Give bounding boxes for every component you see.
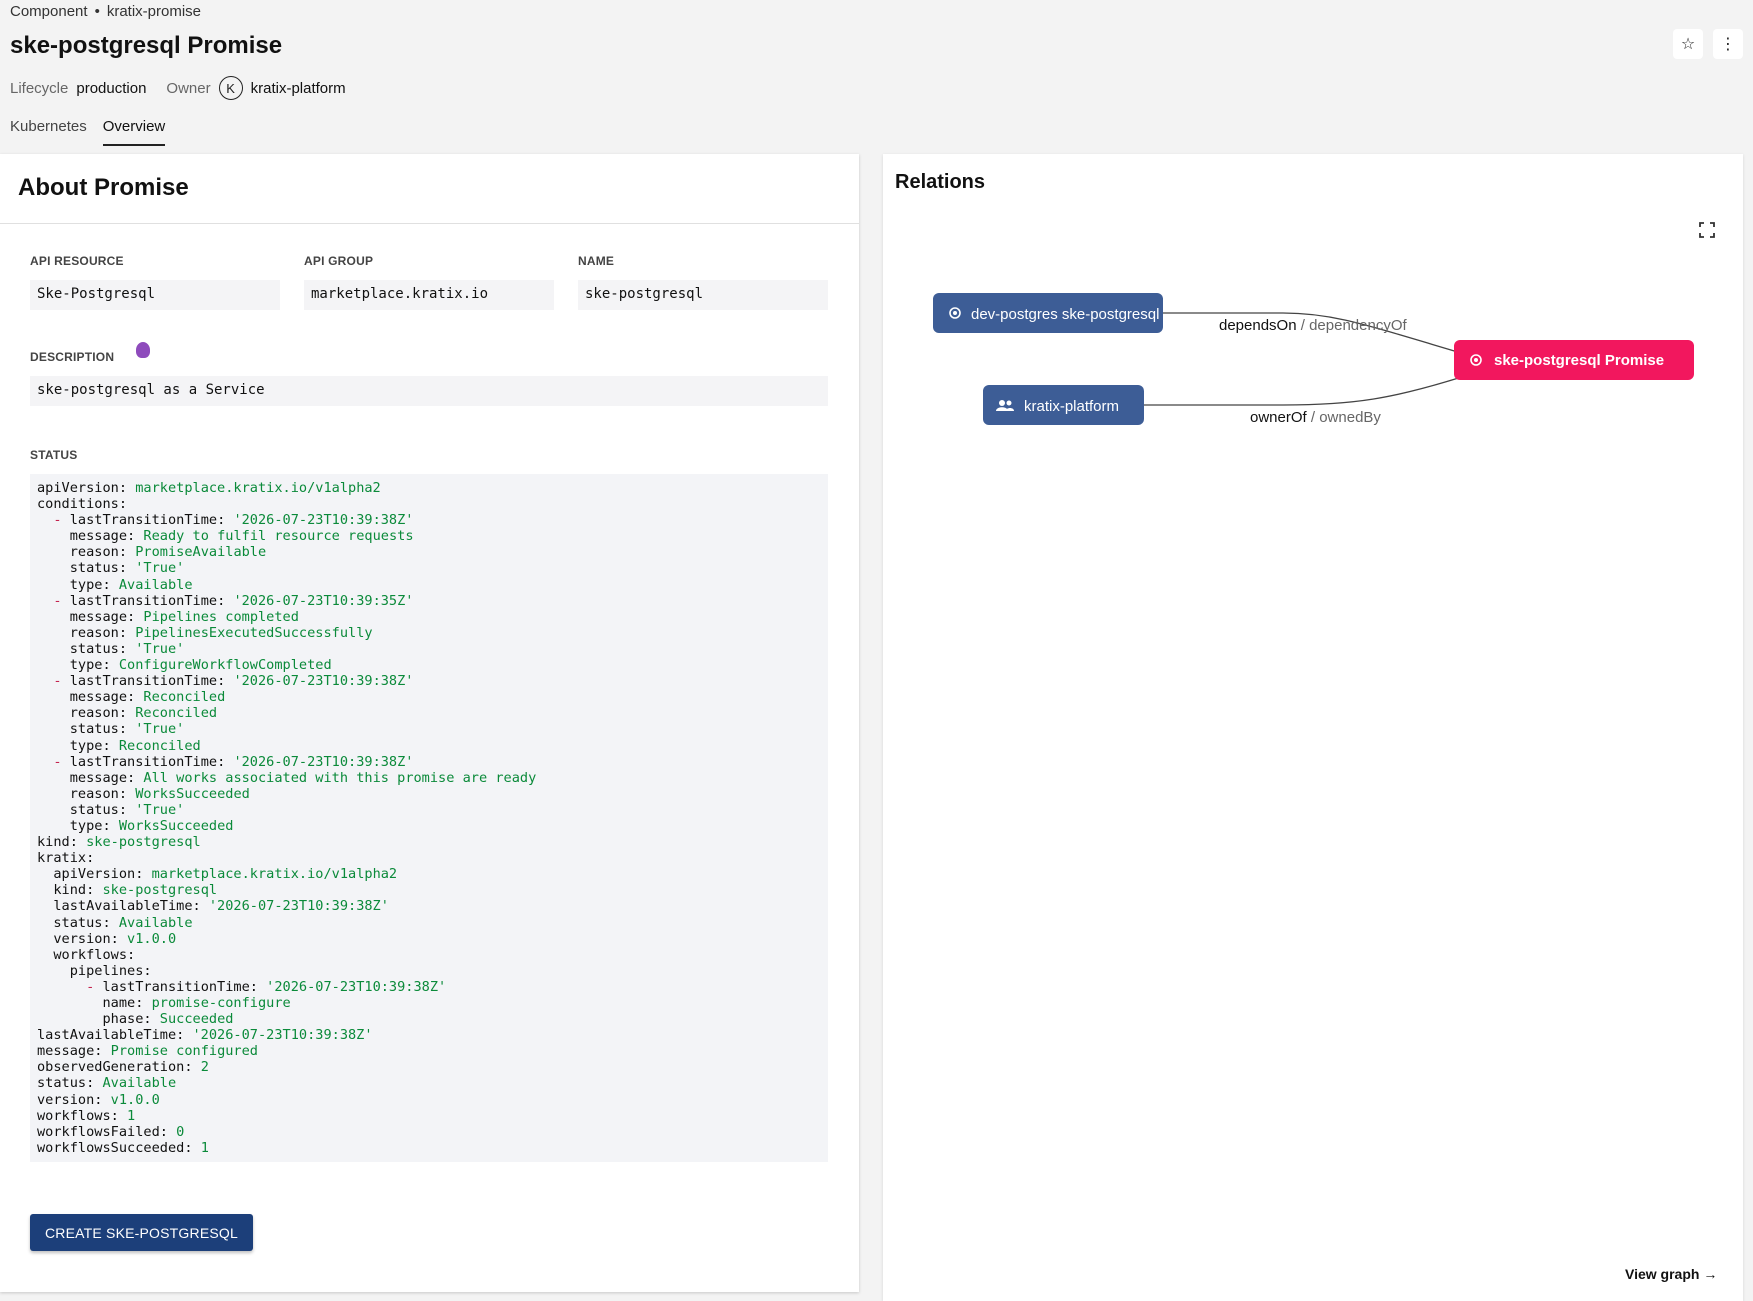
entity-header: Component • kratix-promise ske-postgresql …	[10, 0, 1743, 150]
breadcrumb-kind: Component	[10, 3, 88, 20]
node-kratix-platform-label: kratix-platform	[1024, 398, 1119, 415]
yaml-line: status: 'True'	[69, 801, 185, 818]
yaml-line: - lastTransitionTime: '2026-07-23T10:39:…	[53, 673, 414, 690]
api-group-label: API GROUP	[304, 254, 374, 268]
yaml-line: message: Pipelines completed	[69, 608, 299, 625]
description-value: ske-postgresql as a Service	[30, 376, 828, 406]
yaml-line: status: 'True'	[69, 721, 185, 738]
yaml-line: lastAvailableTime: '2026-07-23T10:39:38Z…	[37, 1027, 373, 1044]
yaml-line: observedGeneration: 2	[37, 1059, 209, 1076]
name-value: ske-postgresql	[578, 280, 828, 310]
header-actions: ☆ ⋮	[1673, 29, 1743, 59]
arrow-right-icon: →	[1703, 1266, 1718, 1282]
about-promise-card: About Promise API RESOURCE Ske-Postgresq…	[0, 154, 859, 1292]
pointer-cursor-icon	[136, 342, 150, 358]
yaml-line: kind: ske-postgresql	[37, 834, 201, 851]
api-resource-field: API RESOURCE Ske-Postgresql	[30, 254, 280, 310]
api-resource-value: Ske-Postgresql	[30, 280, 280, 310]
lifecycle-label: Lifecycle	[10, 79, 69, 97]
yaml-line: apiVersion: marketplace.kratix.io/v1alph…	[53, 866, 398, 883]
relations-card: Relations dev-postgres ske-postgresql kr…	[883, 154, 1743, 1301]
page-title: ske-postgresql Promise	[10, 32, 283, 59]
relations-graph: dev-postgres ske-postgresql kratix-platf…	[933, 293, 1694, 426]
description-field: DESCRIPTION ske-postgresql as a Service	[30, 350, 828, 406]
yaml-line: type: Available	[69, 576, 193, 593]
edge-label-depends-on: dependsOn / dependencyOf	[1219, 317, 1407, 334]
yaml-line: status: 'True'	[69, 640, 185, 657]
api-group-field: API GROUP marketplace.kratix.io	[304, 254, 554, 310]
name-label: NAME	[578, 254, 615, 268]
yaml-line: workflowsFailed: 0	[37, 1123, 185, 1140]
yaml-line: status: Available	[37, 1075, 177, 1092]
create-ske-postgresql-button[interactable]: CREATE SKE-POSTGRESQL	[30, 1214, 253, 1251]
owner-link[interactable]: kratix-platform	[251, 80, 346, 97]
view-graph-link[interactable]: View graph →	[1625, 1266, 1717, 1282]
yaml-line: - lastTransitionTime: '2026-07-23T10:39:…	[86, 978, 447, 995]
yaml-line: message: Promise configured	[37, 1043, 258, 1060]
yaml-line: apiVersion: marketplace.kratix.io/v1alph…	[37, 480, 381, 496]
yaml-line: message: Ready to fulfil resource reques…	[69, 528, 414, 545]
avatar[interactable]: K	[218, 76, 243, 100]
view-graph-label: View graph	[1625, 1266, 1700, 1282]
yaml-line: lastAvailableTime: '2026-07-23T10:39:38Z…	[53, 898, 389, 915]
edge-label-owner-of: ownerOf / ownedBy	[1250, 409, 1381, 426]
api-resource-label: API RESOURCE	[30, 254, 124, 268]
more-menu-icon[interactable]: ⋮	[1713, 29, 1743, 59]
yaml-line: type: WorksSucceeded	[69, 817, 234, 834]
yaml-line: phase: Succeeded	[102, 1011, 234, 1028]
yaml-line: status: 'True'	[69, 560, 185, 577]
breadcrumb-separator: •	[94, 3, 100, 20]
yaml-line: message: All works associated with this …	[69, 769, 537, 786]
node-promise-label: ske-postgresql Promise	[1494, 352, 1664, 369]
yaml-line: version: v1.0.0	[53, 930, 177, 947]
node-dev-postgres-label: dev-postgres ske-postgresql	[971, 306, 1159, 323]
yaml-line: - lastTransitionTime: '2026-07-23T10:39:…	[53, 753, 414, 770]
yaml-line: workflows:	[53, 946, 136, 963]
tab-overview[interactable]: Overview	[102, 118, 166, 146]
yaml-line: status: Available	[53, 914, 193, 931]
yaml-line: reason: Reconciled	[69, 705, 218, 722]
yaml-line: reason: PromiseAvailable	[69, 544, 267, 561]
status-field: STATUS apiVersion: marketplace.kratix.io…	[30, 448, 828, 1162]
yaml-line: type: Reconciled	[69, 737, 201, 754]
yaml-line: type: ConfigureWorkflowCompleted	[69, 657, 332, 674]
yaml-line: conditions:	[37, 496, 128, 513]
yaml-line: workflowsSucceeded: 1	[37, 1139, 209, 1156]
yaml-line: kind: ske-postgresql	[53, 882, 218, 899]
name-field: NAME ske-postgresql	[578, 254, 828, 310]
yaml-line: kratix:	[37, 850, 95, 867]
owner-label: Owner	[166, 79, 211, 97]
api-fields: API RESOURCE Ske-Postgresql API GROUP ma…	[30, 254, 828, 310]
tab-bar: Kubernetes Overview	[10, 118, 166, 146]
yaml-line: reason: WorksSucceeded	[69, 785, 250, 802]
breadcrumb: Component • kratix-promise	[10, 3, 201, 20]
yaml-line: pipelines:	[69, 962, 152, 979]
breadcrumb-name[interactable]: kratix-promise	[107, 3, 201, 20]
status-label: STATUS	[30, 448, 78, 462]
api-group-value: marketplace.kratix.io	[304, 280, 554, 310]
yaml-line: reason: PipelinesExecutedSuccessfully	[69, 624, 373, 641]
yaml-line: - lastTransitionTime: '2026-07-23T10:39:…	[53, 592, 414, 609]
yaml-line: version: v1.0.0	[37, 1091, 160, 1108]
entity-meta: Lifecycle production Owner K kratix-plat…	[10, 76, 366, 100]
yaml-line: message: Reconciled	[69, 689, 226, 706]
edge-owner-of	[1119, 374, 1469, 406]
yaml-line: name: promise-configure	[102, 995, 291, 1011]
about-card-title: About Promise	[0, 154, 859, 224]
yaml-line: workflows: 1	[37, 1107, 136, 1124]
status-yaml: apiVersion: marketplace.kratix.io/v1alph…	[30, 474, 828, 1162]
tab-kubernetes[interactable]: Kubernetes	[10, 118, 87, 146]
lifecycle-value: production	[76, 79, 147, 97]
star-icon[interactable]: ☆	[1673, 29, 1703, 59]
yaml-line: - lastTransitionTime: '2026-07-23T10:39:…	[53, 512, 414, 529]
